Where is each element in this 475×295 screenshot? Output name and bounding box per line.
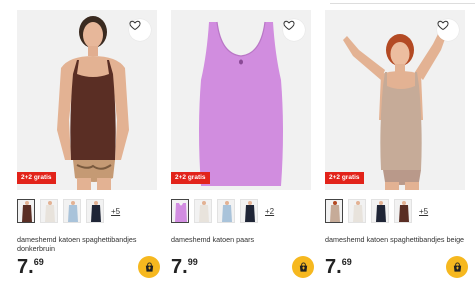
more-colors-link[interactable]: +2 <box>265 207 274 216</box>
price-main: 7 <box>17 256 29 278</box>
color-swatch[interactable] <box>325 199 343 223</box>
color-swatch[interactable] <box>217 199 235 223</box>
swatch-thumbnail <box>326 200 342 222</box>
more-colors-link[interactable]: +5 <box>419 207 428 216</box>
swatch-thumbnail <box>172 200 188 222</box>
product-card[interactable]: 2+2 gratis +5 dameshemd katoen spaghetti… <box>17 0 160 295</box>
color-swatch[interactable] <box>17 199 35 223</box>
color-swatches: +5 <box>325 199 428 223</box>
product-image[interactable]: 2+2 gratis <box>17 10 157 190</box>
swatch-thumbnail <box>349 200 365 222</box>
more-colors-link[interactable]: +5 <box>111 207 120 216</box>
swatch-thumbnail <box>18 200 34 222</box>
product-title[interactable]: dameshemd katoen paars <box>171 235 311 244</box>
color-swatch[interactable] <box>86 199 104 223</box>
product-image[interactable]: 2+2 gratis <box>325 10 465 190</box>
swatch-thumbnail <box>241 200 257 222</box>
product-price: 7.99 <box>171 256 198 278</box>
swatch-thumbnail <box>372 200 388 222</box>
product-price: 7.69 <box>325 256 352 278</box>
shopping-bag-icon <box>299 261 307 272</box>
swatch-thumbnail <box>41 200 57 222</box>
swatch-thumbnail <box>87 200 103 222</box>
price-cents: 69 <box>33 257 44 267</box>
promo-badge: 2+2 gratis <box>325 171 364 184</box>
add-to-cart-button[interactable] <box>292 256 314 278</box>
color-swatch[interactable] <box>171 199 189 223</box>
price-cents: 69 <box>341 257 352 267</box>
color-swatch[interactable] <box>63 199 81 223</box>
add-to-cart-button[interactable] <box>446 256 468 278</box>
heart-icon <box>283 20 295 31</box>
add-to-cart-button[interactable] <box>138 256 160 278</box>
color-swatch[interactable] <box>394 199 412 223</box>
color-swatches: +2 <box>171 199 274 223</box>
promo-badge: 2+2 gratis <box>17 171 56 184</box>
product-card[interactable]: 2+2 gratis +2 dameshemd katoen paars 7.9… <box>171 0 314 295</box>
product-card[interactable]: 2+2 gratis +5 dameshemd katoen spaghetti… <box>325 0 468 295</box>
favorite-button[interactable] <box>283 19 305 41</box>
shopping-bag-icon <box>145 261 153 272</box>
product-title[interactable]: dameshemd katoen spaghettibandjes beige <box>325 235 465 244</box>
product-price: 7.69 <box>17 256 44 278</box>
price-main: 7 <box>171 256 183 278</box>
price-cents: 99 <box>187 257 198 267</box>
swatch-thumbnail <box>64 200 80 222</box>
color-swatch[interactable] <box>40 199 58 223</box>
color-swatch[interactable] <box>240 199 258 223</box>
heart-icon <box>437 20 449 31</box>
favorite-button[interactable] <box>437 19 459 41</box>
product-grid: 2+2 gratis +5 dameshemd katoen spaghetti… <box>0 0 475 295</box>
swatch-thumbnail <box>218 200 234 222</box>
product-title[interactable]: dameshemd katoen spaghettibandjes donker… <box>17 235 157 253</box>
swatch-thumbnail <box>395 200 411 222</box>
shopping-bag-icon <box>453 261 461 272</box>
color-swatch[interactable] <box>194 199 212 223</box>
promo-badge: 2+2 gratis <box>171 171 210 184</box>
swatch-thumbnail <box>195 200 211 222</box>
favorite-button[interactable] <box>129 19 151 41</box>
product-image[interactable]: 2+2 gratis <box>171 10 311 190</box>
color-swatches: +5 <box>17 199 120 223</box>
color-swatch[interactable] <box>348 199 366 223</box>
heart-icon <box>129 20 141 31</box>
color-swatch[interactable] <box>371 199 389 223</box>
price-main: 7 <box>325 256 337 278</box>
